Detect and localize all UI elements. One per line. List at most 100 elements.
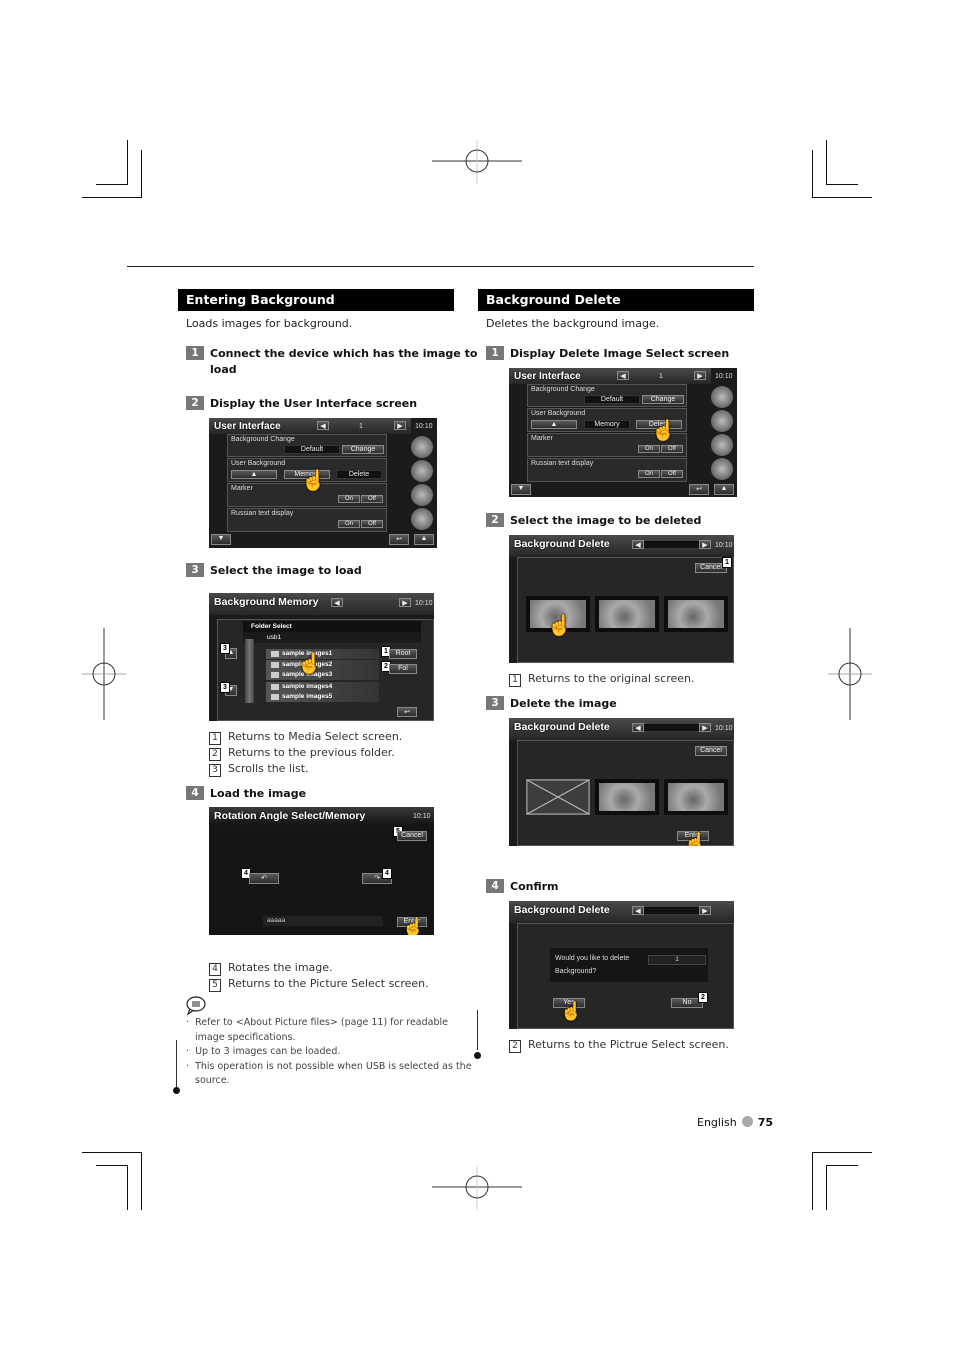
page-number: 75 [757, 1116, 774, 1129]
marker-on-button[interactable]: On [338, 495, 360, 503]
eject-button[interactable]: ▲ [231, 470, 277, 479]
column-dot-left [173, 1087, 180, 1094]
step-4: 4 Confirm [486, 879, 559, 895]
step-1: 1 Display Delete Image Select screen [486, 346, 729, 362]
step-4: 4 Load the image [186, 786, 306, 802]
screen-title: Background Delete [514, 721, 610, 733]
folder-item[interactable]: sample images4 [266, 682, 379, 692]
russian-off-button[interactable]: Off [361, 520, 383, 528]
row-russian-text: Russian text display On Off [227, 508, 387, 532]
step-text: Select the image to be deleted [510, 514, 702, 527]
image-thumbnail-3[interactable] [664, 596, 728, 632]
speaker-icon[interactable] [411, 484, 433, 506]
column-marker-left [176, 1040, 177, 1090]
image-thumbnail-2[interactable] [595, 779, 659, 815]
pointing-hand-icon: ☝ [684, 832, 707, 846]
change-button[interactable]: Change [342, 445, 384, 454]
root-button[interactable]: Root [389, 649, 417, 659]
scroll-down-button[interactable]: ▼ [511, 484, 531, 495]
folder-item[interactable]: sample images3 [266, 670, 379, 680]
step-number: 4 [186, 786, 204, 800]
prev-button[interactable]: ◀ [632, 723, 644, 732]
marker-off-button[interactable]: Off [361, 495, 383, 503]
pointing-hand-icon: ☝ [402, 917, 425, 935]
user-interface-screen: User Interface ◀ 1 ▶ 10:10 Background Ch… [509, 368, 737, 497]
confirm-question: Would you like to delete [555, 955, 630, 962]
return-button[interactable]: ↩ [397, 707, 417, 717]
next-button[interactable]: ▶ [699, 723, 711, 732]
step-3: 3 Delete the image [486, 696, 617, 712]
scroll-up-button[interactable]: ▲ [414, 534, 434, 545]
image-thumbnail-2[interactable] [595, 596, 659, 632]
speaker-icon[interactable] [711, 434, 733, 456]
prev-page-button[interactable]: ◀ [317, 421, 329, 430]
pointing-hand-icon: ☝ [560, 1001, 583, 1021]
system-icon[interactable] [711, 458, 733, 480]
folder-up-button[interactable]: Fol [389, 664, 417, 674]
intro-text: Loads images for background. [186, 317, 353, 330]
audio-icon[interactable] [411, 460, 433, 482]
marker-off-button[interactable]: Off [661, 445, 683, 453]
prev-button[interactable]: ◀ [632, 540, 644, 549]
russian-on-button[interactable]: On [638, 470, 660, 478]
russian-off-button[interactable]: Off [661, 470, 683, 478]
registration-mark-top [432, 140, 522, 184]
next-page-button[interactable]: ▶ [394, 421, 406, 430]
current-path: usb1 [243, 632, 421, 643]
next-button[interactable]: ▶ [699, 540, 711, 549]
cancel-button[interactable]: Cancel [397, 831, 427, 841]
prev-page-button[interactable]: ◀ [617, 371, 629, 380]
memory-button[interactable]: Memory [584, 420, 630, 429]
next-button[interactable]: ▶ [399, 598, 411, 607]
page-footer: English 75 [697, 1116, 773, 1129]
default-button[interactable]: Default [584, 395, 640, 404]
step-text: Confirm [510, 880, 559, 893]
background-delete-marked-screen: Background Delete ◀ ▶ 10:10 Cancel Enter… [509, 718, 734, 846]
prev-button[interactable]: ◀ [632, 906, 644, 915]
scroll-up-button[interactable]: ▲ [714, 484, 734, 495]
step-text: Load the image [210, 787, 307, 800]
clock: 10:10 [715, 542, 733, 549]
rotation-angle-screen: Rotation Angle Select/Memory 10:10 5 Can… [209, 807, 434, 935]
audio-icon[interactable] [711, 410, 733, 432]
prev-button[interactable]: ◀ [331, 598, 343, 607]
screen-title: Background Delete [514, 538, 610, 550]
next-button[interactable]: ▶ [699, 906, 711, 915]
pointing-hand-icon: ☝ [297, 653, 322, 675]
scrollbar[interactable] [245, 639, 254, 703]
column-dot-right [474, 1052, 481, 1059]
folder-item[interactable]: sample images5 [266, 692, 379, 702]
screen-title: User Interface [214, 421, 281, 432]
step-text: Delete the image [510, 697, 617, 710]
confirm-dialog: Would you like to delete 1 Background? [550, 948, 708, 982]
callout-3: 3 [220, 643, 230, 654]
change-button[interactable]: Change [642, 395, 684, 404]
registration-mark-bottom [432, 1166, 522, 1210]
screen-title: Rotation Angle Select/Memory [214, 810, 366, 822]
row-russian-text: Russian text display On Off [527, 458, 687, 482]
folder-item[interactable]: sample images2 [266, 660, 379, 670]
delete-button[interactable]: Delete [336, 470, 382, 479]
default-button[interactable]: Default [284, 445, 340, 454]
image-thumbnail-marked[interactable] [526, 779, 590, 815]
russian-on-button[interactable]: On [338, 520, 360, 528]
setup-icon[interactable] [411, 436, 433, 458]
return-button[interactable]: ↩ [689, 484, 709, 495]
image-thumbnail-3[interactable] [664, 779, 728, 815]
eject-button[interactable]: ▲ [531, 420, 577, 429]
folder-item[interactable]: sample images1 [266, 649, 379, 659]
setup-icon[interactable] [711, 386, 733, 408]
step-number: 1 [186, 346, 204, 360]
marker-on-button[interactable]: On [638, 445, 660, 453]
system-icon[interactable] [411, 508, 433, 530]
cancel-button[interactable]: Cancel [695, 746, 727, 756]
clock: 10:10 [715, 725, 733, 732]
rotate-left-button[interactable]: ↶ [249, 873, 279, 884]
scroll-down-button[interactable]: ▼ [211, 534, 231, 545]
step-2: 2 Display the User Interface screen [186, 396, 417, 412]
return-button[interactable]: ↩ [389, 534, 409, 545]
pointing-hand-icon: ☝ [547, 615, 572, 637]
bullet-list: · Refer to <About Picture files> (page 1… [186, 1017, 472, 1086]
next-page-button[interactable]: ▶ [694, 371, 706, 380]
pointing-hand-icon: ☝ [301, 470, 326, 492]
